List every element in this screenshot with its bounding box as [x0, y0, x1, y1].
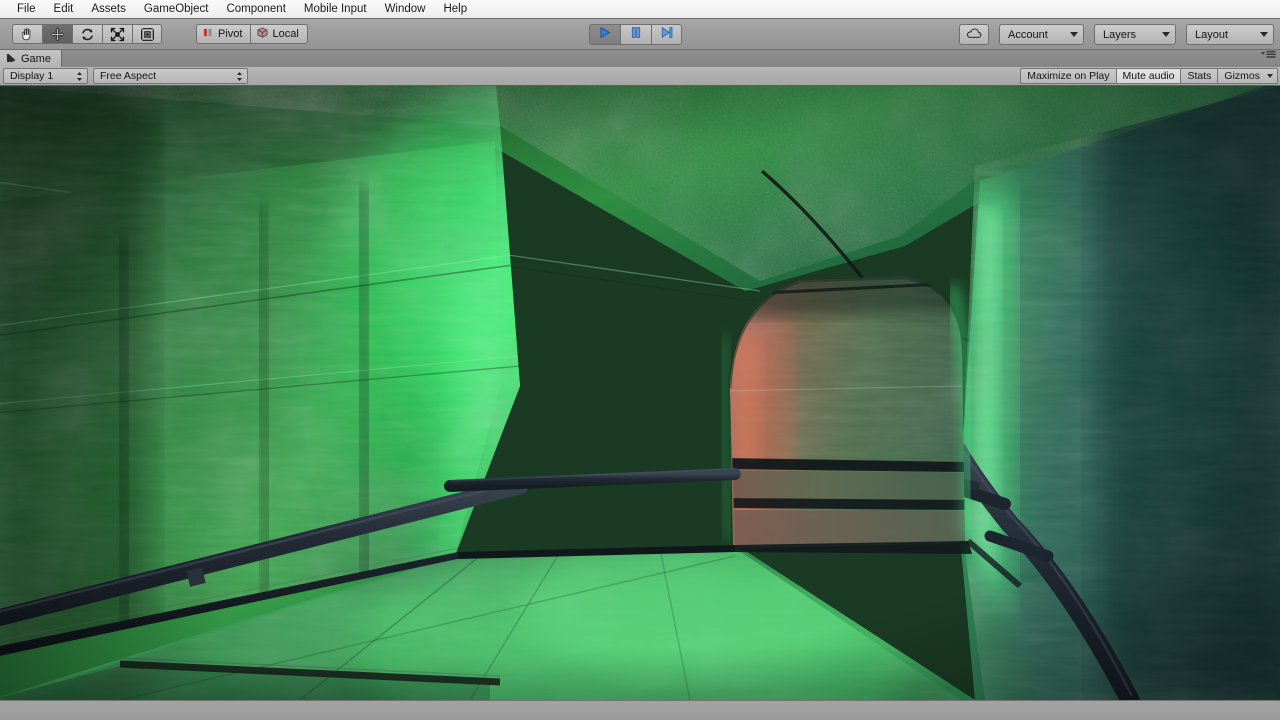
hand-icon	[20, 27, 35, 42]
maximize-on-play-button[interactable]: Maximize on Play	[1020, 68, 1116, 84]
scale-tool-button[interactable]	[102, 24, 132, 44]
menu-item-assets[interactable]: Assets	[82, 0, 135, 18]
pause-button[interactable]	[620, 24, 651, 45]
menu-item-help[interactable]: Help	[434, 0, 476, 18]
cloud-icon	[966, 26, 982, 44]
menu-item-component[interactable]: Component	[217, 0, 294, 18]
play-controls-group	[589, 24, 682, 45]
tab-game-label: Game	[21, 52, 51, 65]
local-toggle-button[interactable]: Local	[250, 24, 308, 44]
mute-audio-button[interactable]: Mute audio	[1115, 68, 1181, 84]
account-dropdown[interactable]: Account	[999, 24, 1084, 45]
chevron-down-icon	[1162, 32, 1170, 37]
gizmos-label: Gizmos	[1224, 70, 1260, 82]
rect-transform-icon	[140, 27, 155, 42]
updown-arrows-icon	[76, 71, 83, 82]
aspect-label: Free Aspect	[100, 70, 157, 82]
game-view-toolbar: Display 1 Free Aspect Maximize on Play M…	[0, 67, 1280, 86]
main-toolbar: Pivot Local Account Layers Layout	[0, 19, 1280, 50]
local-label: Local	[272, 28, 299, 40]
pivot-toggle-group: Pivot Local	[196, 24, 308, 44]
rect-tool-button[interactable]	[132, 24, 162, 44]
aspect-ratio-dropdown[interactable]: Free Aspect	[93, 68, 248, 84]
updown-arrows-icon	[236, 71, 243, 82]
layout-dropdown[interactable]: Layout	[1186, 24, 1274, 45]
rotate-icon	[80, 27, 95, 42]
menu-item-file[interactable]: File	[8, 0, 45, 18]
menu-item-mobile-input[interactable]: Mobile Input	[295, 0, 376, 18]
stats-button[interactable]: Stats	[1180, 68, 1218, 84]
pause-icon	[629, 26, 643, 44]
cube-icon	[257, 27, 268, 41]
toolbar-right-group: Account Layers Layout	[959, 24, 1274, 45]
game-view-render[interactable]: 人人素材	[0, 86, 1280, 700]
tab-game[interactable]: Game	[0, 50, 62, 67]
chevron-down-icon	[1267, 74, 1273, 78]
vignette	[0, 86, 1280, 700]
game-panel: Game Display 1 Free Aspect Maximize on P…	[0, 50, 1280, 700]
layout-label: Layout	[1195, 28, 1229, 41]
cloud-button[interactable]	[959, 24, 989, 45]
tunnel-scene	[0, 86, 1280, 700]
game-view-icon	[4, 52, 17, 65]
step-button[interactable]	[651, 24, 682, 45]
move-tool-button[interactable]	[42, 24, 72, 44]
transform-tool-group	[12, 24, 162, 44]
account-label: Account	[1008, 28, 1048, 41]
panel-tab-strip: Game	[0, 50, 1280, 67]
menu-bar: File Edit Assets GameObject Component Mo…	[0, 0, 1280, 19]
menu-item-window[interactable]: Window	[376, 0, 435, 18]
scale-icon	[110, 27, 125, 42]
hand-tool-button[interactable]	[12, 24, 42, 44]
game-toolbar-right-group: Maximize on Play Mute audio Stats Gizmos	[1020, 68, 1278, 84]
play-button[interactable]	[589, 24, 620, 45]
move-arrows-icon	[50, 27, 65, 42]
menu-item-gameobject[interactable]: GameObject	[135, 0, 218, 18]
status-bar	[0, 700, 1280, 720]
step-forward-icon	[660, 26, 674, 44]
rotate-tool-button[interactable]	[72, 24, 102, 44]
hamburger-menu-icon	[1259, 47, 1276, 65]
panel-options-button[interactable]	[1259, 47, 1276, 65]
menu-item-edit[interactable]: Edit	[45, 0, 83, 18]
pivot-toggle-button[interactable]: Pivot	[196, 24, 251, 44]
layers-dropdown[interactable]: Layers	[1094, 24, 1176, 45]
chevron-down-icon	[1260, 32, 1268, 37]
chevron-down-icon	[1070, 32, 1078, 37]
display-dropdown[interactable]: Display 1	[3, 68, 88, 84]
play-icon	[598, 26, 612, 44]
gizmos-button[interactable]: Gizmos	[1217, 68, 1278, 84]
pivot-icon	[203, 27, 214, 41]
layers-label: Layers	[1103, 28, 1137, 41]
pivot-label: Pivot	[218, 28, 243, 40]
display-label: Display 1	[10, 70, 54, 82]
